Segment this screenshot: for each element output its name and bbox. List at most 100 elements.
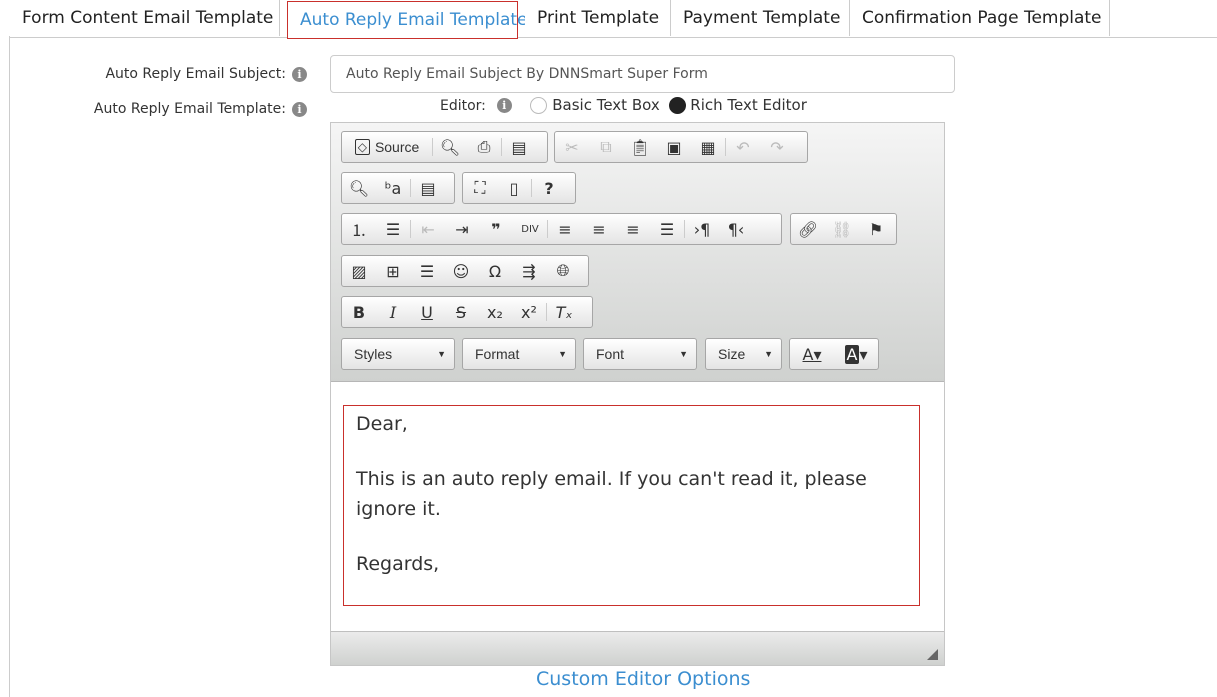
tab-confirmation-page-template[interactable]: Confirmation Page Template: [850, 0, 1110, 36]
anchor-button[interactable]: ⚑: [859, 214, 893, 244]
strike-button[interactable]: S: [444, 297, 478, 327]
format-dropdown[interactable]: Format ▼: [462, 338, 576, 370]
align-right-button[interactable]: ≡: [616, 214, 650, 244]
redo-button[interactable]: ↷: [760, 132, 794, 162]
horizontal-line-icon: ☰: [419, 261, 435, 281]
subject-input[interactable]: [330, 55, 955, 93]
find-button[interactable]: 🔍︎: [342, 173, 376, 203]
underline-icon: U: [421, 302, 433, 322]
remove-format-button[interactable]: Tₓ: [547, 297, 581, 327]
paste-text-button[interactable]: ▣: [657, 132, 691, 162]
numbered-list-icon: ⒈: [350, 221, 367, 240]
unlink-button[interactable]: ⛓: [825, 214, 859, 244]
source-label: Source: [374, 139, 420, 155]
dropdown-arrow-icon: ▼: [437, 349, 446, 359]
editor-content[interactable]: Dear, This is an auto reply email. If yo…: [343, 405, 920, 606]
align-left-button[interactable]: ≡: [548, 214, 582, 244]
table-button[interactable]: ⊞: [376, 256, 410, 286]
styles-dropdown[interactable]: Styles ▼: [341, 338, 455, 370]
custom-editor-options-link[interactable]: Custom Editor Options: [536, 668, 750, 690]
info-icon[interactable]: i: [292, 66, 307, 82]
radio-basic-label[interactable]: Basic Text Box: [552, 96, 659, 114]
font-dropdown[interactable]: Font ▼: [583, 338, 697, 370]
templates-button[interactable]: ▤: [502, 132, 536, 162]
preview-icon: 🔍︎: [439, 137, 461, 157]
radio-rich-text-editor[interactable]: [668, 97, 686, 114]
show-blocks-button[interactable]: ▯: [497, 173, 531, 203]
copy-button[interactable]: ⧉: [589, 132, 623, 162]
cut-icon: ✂: [565, 137, 579, 157]
dropdown-arrow-icon: ▼: [558, 349, 567, 359]
div-icon: DIV: [521, 223, 539, 235]
text-color-button[interactable]: A▾: [790, 339, 834, 369]
size-dropdown[interactable]: Size ▼: [705, 338, 782, 370]
content-signoff: Regards,: [356, 553, 440, 575]
print-button[interactable]: ⎙: [467, 132, 501, 162]
info-icon[interactable]: i: [496, 98, 512, 113]
radio-basic-text-box[interactable]: [530, 97, 548, 114]
special-char-button[interactable]: Ω: [478, 256, 512, 286]
align-right-icon: ≡: [626, 219, 640, 239]
undo-button[interactable]: ↶: [726, 132, 760, 162]
paste-word-icon: ▦: [700, 137, 716, 157]
tab-auto-reply-email-template[interactable]: Auto Reply Email Template: [287, 1, 528, 39]
redo-icon: ↷: [770, 137, 784, 157]
radio-rich-label[interactable]: Rich Text Editor: [690, 96, 807, 114]
background-color-button[interactable]: A ▾: [834, 339, 878, 369]
editor-label: Editor:: [440, 98, 486, 114]
align-center-button[interactable]: ≡: [582, 214, 616, 244]
smiley-button[interactable]: ☺: [444, 256, 478, 286]
replace-button[interactable]: ᵇa: [376, 173, 410, 203]
format-label: Format: [475, 346, 520, 362]
indent-button[interactable]: ⇥: [445, 214, 479, 244]
toolbar-group-insert: ▨ ⊞ ☰ ☺ Ω ⇶ 🌐︎: [341, 255, 589, 287]
select-all-button[interactable]: ▤: [411, 173, 445, 203]
content-greeting: Dear,: [356, 413, 408, 435]
about-button[interactable]: ?: [532, 173, 566, 203]
paste-word-button[interactable]: ▦: [691, 132, 725, 162]
help-icon: ?: [544, 178, 554, 198]
select-all-icon: ▤: [420, 178, 436, 198]
justify-button[interactable]: ☰: [650, 214, 684, 244]
image-button[interactable]: ▨: [342, 256, 376, 286]
tab-form-content-email-template[interactable]: Form Content Email Template: [10, 0, 280, 36]
bold-button[interactable]: B: [342, 297, 376, 327]
paste-text-icon: ▣: [666, 137, 682, 157]
horizontal-line-button[interactable]: ☰: [410, 256, 444, 286]
iframe-button[interactable]: 🌐︎: [546, 256, 580, 286]
left-border: [9, 36, 10, 697]
editor-footer: [331, 631, 944, 665]
resize-handle-icon[interactable]: [927, 649, 938, 660]
paste-button[interactable]: 📋︎: [623, 132, 657, 162]
rtl-button[interactable]: ¶‹: [719, 214, 753, 244]
italic-button[interactable]: I: [376, 297, 410, 327]
create-div-button[interactable]: DIV: [513, 214, 547, 244]
tab-bar: Form Content Email Template Auto Reply E…: [10, 0, 1217, 39]
subscript-button[interactable]: x₂: [478, 297, 512, 327]
numbered-list-button[interactable]: ⒈: [342, 214, 376, 244]
template-label-row: Auto Reply Email Template: i: [94, 101, 307, 117]
link-button[interactable]: 🔗︎: [791, 214, 825, 244]
maximize-button[interactable]: ⛶: [463, 173, 497, 203]
background-color-icon: A: [844, 344, 860, 364]
toolbar-group-links: 🔗︎ ⛓ ⚑: [790, 213, 897, 245]
underline-button[interactable]: U: [410, 297, 444, 327]
page-break-button[interactable]: ⇶: [512, 256, 546, 286]
superscript-button[interactable]: x²: [512, 297, 546, 327]
template-label: Auto Reply Email Template:: [93, 101, 286, 117]
tab-print-template[interactable]: Print Template: [525, 0, 671, 36]
align-left-icon: ≡: [558, 219, 572, 239]
bulleted-list-icon: ☰: [385, 219, 401, 239]
tab-payment-template[interactable]: Payment Template: [671, 0, 850, 36]
cut-button[interactable]: ✂: [555, 132, 589, 162]
preview-button[interactable]: 🔍︎: [433, 132, 467, 162]
bulleted-list-button[interactable]: ☰: [376, 214, 410, 244]
size-label: Size: [718, 346, 746, 362]
italic-icon: I: [389, 302, 397, 322]
info-icon[interactable]: i: [292, 101, 307, 117]
subscript-icon: x₂: [487, 302, 503, 322]
ltr-button[interactable]: ›¶: [685, 214, 719, 244]
outdent-button[interactable]: ⇤: [411, 214, 445, 244]
blockquote-button[interactable]: ❞: [479, 214, 513, 244]
source-button[interactable]: ◇ Source: [342, 132, 432, 162]
